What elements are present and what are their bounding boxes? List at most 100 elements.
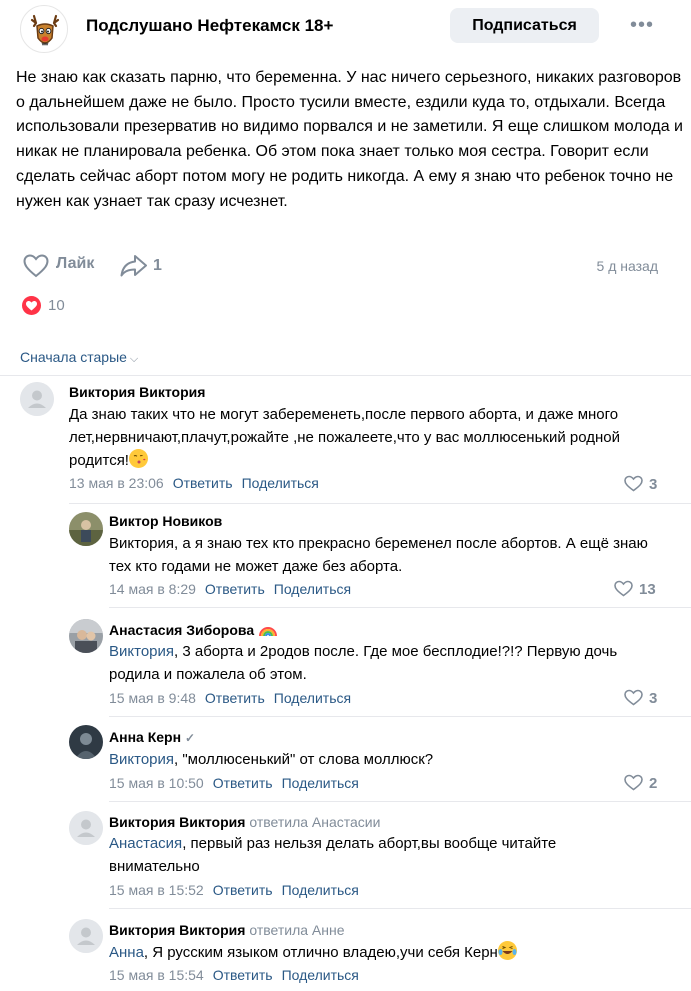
heart-outline-icon [624,689,643,706]
share-comment-button[interactable]: Поделиться [242,475,319,491]
reply-button[interactable]: Ответить [173,475,233,491]
heart-outline-icon [614,580,633,597]
comment-meta: 14 мая в 8:29 Ответить Поделиться [109,581,351,597]
chevron-down-icon: ⌵ [129,353,139,365]
heart-reaction-icon [22,296,41,315]
reply-to-label[interactable]: ответила Анне [249,922,344,938]
comment-meta: 15 мая в 15:52 Ответить Поделиться [109,882,359,898]
reply-button[interactable]: Ответить [213,967,273,983]
comment-date[interactable]: 14 мая в 8:29 [109,581,196,597]
comments-sort-dropdown[interactable]: Сначала старые ⌵ [20,349,138,366]
comment-body: , 3 аборта и 2родов после. Где мое беспл… [109,643,618,683]
comment-date[interactable]: 15 мая в 15:54 [109,967,204,983]
avatar[interactable] [69,512,103,546]
comment-date[interactable]: 15 мая в 15:52 [109,882,204,898]
divider [109,716,691,717]
avatar[interactable] [20,382,54,416]
heart-outline-icon[interactable] [23,254,49,278]
share-comment-button[interactable]: Поделиться [282,967,359,983]
default-user-icon [69,811,103,845]
reply-button[interactable]: Ответить [213,775,273,791]
user-photo-icon [69,725,103,759]
comment-meta: 13 мая в 23:06 Ответить Поделиться [69,475,319,491]
comment-author[interactable]: Виктор Новиков [109,513,222,529]
comment-like-count: 2 [649,775,658,792]
comment-like-count: 3 [649,690,658,707]
mention-link[interactable]: Виктория [109,643,174,660]
mention-link[interactable]: Анна [109,944,144,961]
mention-link[interactable]: Виктория [109,751,174,768]
heart-outline-icon [624,475,643,492]
comment-like-count: 3 [649,476,658,493]
reply-button[interactable]: Ответить [205,581,265,597]
divider [69,503,691,504]
comment-meta: 15 мая в 10:50 Ответить Поделиться [109,775,359,791]
comment-text: Анна, Я русским языком отлично владею,уч… [109,941,669,965]
comment-meta: 15 мая в 9:48 Ответить Поделиться [109,690,351,706]
post-text: Не знаю как сказать парню, что беременна… [16,69,683,210]
comment-text: Виктория, "моллюсенький" от слова моллюс… [109,749,669,772]
mention-link[interactable]: Анастасия [109,835,182,852]
group-avatar[interactable] [20,5,68,53]
check-icon: ✓ [185,731,196,745]
divider [109,908,691,909]
user-photo-icon [69,512,103,546]
comment-like-count: 13 [639,581,656,598]
post-header: Подслушано Нефтекамск 18+ Подписаться ••… [0,0,691,53]
comment-author-name: Анастасия Зиборова [109,622,255,638]
share-comment-button[interactable]: Поделиться [274,581,351,597]
comment-author[interactable]: Анастасия Зиборова [109,622,278,638]
comment-date[interactable]: 15 мая в 9:48 [109,690,196,706]
share-comment-button[interactable]: Поделиться [282,882,359,898]
comment-like-button[interactable]: 2 [624,774,657,792]
avatar[interactable] [69,811,103,845]
comment-text: Виктория, а я знаю тех кто прекрасно бер… [109,535,648,575]
like-button-label[interactable]: Лайк [56,255,94,273]
deer-logo-icon [30,14,60,46]
comment-text: Виктория, 3 аборта и 2родов после. Где м… [109,641,669,686]
comment-author-name: Виктория Виктория [109,814,246,830]
comment-date[interactable]: 13 мая в 23:06 [69,475,164,491]
comment-author-name: Виктория Виктория [109,922,246,938]
comments-sort-label: Сначала старые [20,349,127,365]
comment-meta: 15 мая в 15:54 Ответить Поделиться [109,967,359,983]
share-icon[interactable] [120,254,148,278]
default-user-icon [20,382,54,416]
comment-like-button[interactable]: 3 [624,475,657,493]
comment-body: , Я русским языком отлично владею,учи се… [143,944,498,961]
share-comment-button[interactable]: Поделиться [274,690,351,706]
divider [109,607,691,608]
post-actions: Лайк 1 5 д назад [0,250,691,284]
share-comment-button[interactable]: Поделиться [282,775,359,791]
comment-body: , "моллюсенький" от слова моллюск? [174,751,434,768]
heart-outline-icon [624,774,643,791]
comment-author[interactable]: Виктория Виктория ответила Анне [109,922,345,938]
comment-body: Да знаю таких что не могут забеременеть,… [69,406,620,469]
group-name[interactable]: Подслушано Нефтекамск 18+ [86,16,333,36]
reply-to-label[interactable]: ответила Анастасии [249,814,380,830]
divider [0,375,691,376]
comment-like-button[interactable]: 3 [624,689,657,707]
subscribe-button[interactable]: Подписаться [450,8,599,43]
kiss-face-emoji-icon [128,449,148,468]
post-date[interactable]: 5 д назад [597,258,658,274]
user-photo-icon [69,619,103,653]
share-count: 1 [153,257,162,274]
reply-button[interactable]: Ответить [213,882,273,898]
laughing-tears-emoji-icon [497,941,517,960]
default-user-icon [69,919,103,953]
rainbow-emoji-icon [258,622,278,638]
more-horizontal-icon[interactable]: ••• [630,14,654,37]
avatar[interactable] [69,619,103,653]
reaction-count: 10 [48,297,65,314]
comment-like-button[interactable]: 13 [614,580,656,598]
comment-author[interactable]: Анна Керн ✓ [109,729,195,745]
reply-button[interactable]: Ответить [205,690,265,706]
comment-text: Да знаю таких что не могут забеременеть,… [69,404,669,473]
avatar[interactable] [69,725,103,759]
comment-date[interactable]: 15 мая в 10:50 [109,775,204,791]
avatar[interactable] [69,919,103,953]
comment-author-name: Анна Керн [109,729,182,745]
comment-author[interactable]: Виктория Виктория ответила Анастасии [109,814,380,830]
comment-author[interactable]: Виктория Виктория [69,384,205,400]
